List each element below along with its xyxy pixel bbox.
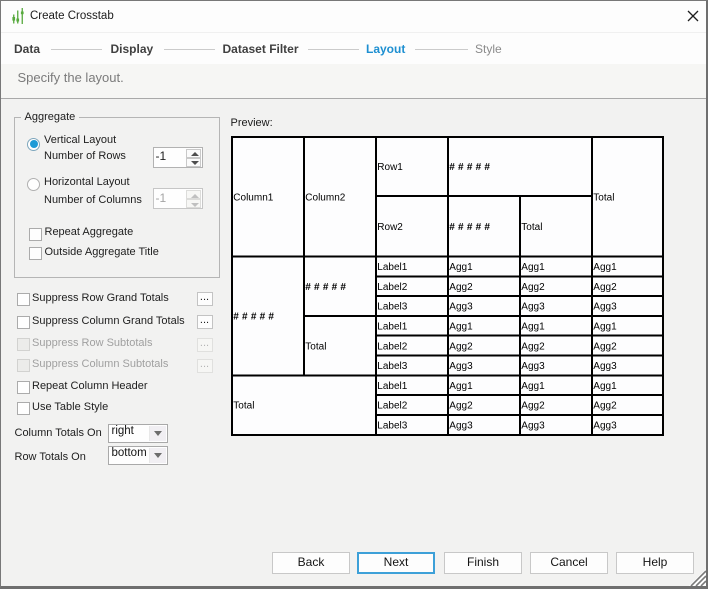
svg-text:Agg3: Agg3 xyxy=(522,301,546,312)
svg-text:Agg2: Agg2 xyxy=(594,400,618,411)
svg-text:Agg1: Agg1 xyxy=(522,321,546,332)
svg-text:Agg1: Agg1 xyxy=(450,321,474,332)
svg-text:Agg1: Agg1 xyxy=(594,321,618,332)
svg-text:Agg3: Agg3 xyxy=(594,301,618,312)
svg-text:Total: Total xyxy=(306,341,327,352)
svg-text:Label1: Label1 xyxy=(378,262,408,273)
svg-text:Row2: Row2 xyxy=(378,221,404,232)
svg-text:Agg3: Agg3 xyxy=(450,301,474,312)
svg-text:Agg1: Agg1 xyxy=(450,262,474,273)
svg-text:Column1: Column1 xyxy=(234,192,274,203)
svg-text:Agg1: Agg1 xyxy=(594,380,618,391)
svg-text:Agg3: Agg3 xyxy=(450,361,474,372)
svg-text:Agg2: Agg2 xyxy=(594,341,618,352)
svg-text:Label2: Label2 xyxy=(378,400,408,411)
svg-text:Agg2: Agg2 xyxy=(450,341,474,352)
svg-text:Label3: Label3 xyxy=(378,420,408,431)
svg-text:Label2: Label2 xyxy=(378,341,408,352)
svg-text:Label3: Label3 xyxy=(378,301,408,312)
svg-text:Agg2: Agg2 xyxy=(522,341,546,352)
svg-text:#####: ##### xyxy=(450,221,494,232)
svg-text:Label3: Label3 xyxy=(378,361,408,372)
svg-text:#####: ##### xyxy=(450,162,494,173)
svg-text:Agg2: Agg2 xyxy=(594,281,618,292)
svg-text:Total: Total xyxy=(594,192,615,203)
svg-text:Column2: Column2 xyxy=(306,192,346,203)
svg-text:Total: Total xyxy=(234,400,255,411)
svg-text:Agg3: Agg3 xyxy=(594,420,618,431)
svg-text:Agg3: Agg3 xyxy=(522,361,546,372)
svg-text:Label1: Label1 xyxy=(378,321,408,332)
svg-text:#####: ##### xyxy=(306,281,350,292)
svg-text:Agg2: Agg2 xyxy=(450,281,474,292)
svg-text:Agg3: Agg3 xyxy=(594,361,618,372)
svg-text:Label2: Label2 xyxy=(378,281,408,292)
svg-text:#####: ##### xyxy=(234,311,278,322)
svg-text:Agg2: Agg2 xyxy=(522,400,546,411)
svg-text:Agg3: Agg3 xyxy=(450,420,474,431)
svg-text:Agg2: Agg2 xyxy=(522,281,546,292)
svg-text:Agg1: Agg1 xyxy=(522,262,546,273)
svg-text:Agg2: Agg2 xyxy=(450,400,474,411)
svg-text:Agg1: Agg1 xyxy=(450,380,474,391)
svg-text:Agg3: Agg3 xyxy=(522,420,546,431)
svg-text:Total: Total xyxy=(522,221,543,232)
svg-text:Agg1: Agg1 xyxy=(522,380,546,391)
svg-text:Agg1: Agg1 xyxy=(594,262,618,273)
svg-text:Row1: Row1 xyxy=(378,162,404,173)
svg-text:Label1: Label1 xyxy=(378,380,408,391)
